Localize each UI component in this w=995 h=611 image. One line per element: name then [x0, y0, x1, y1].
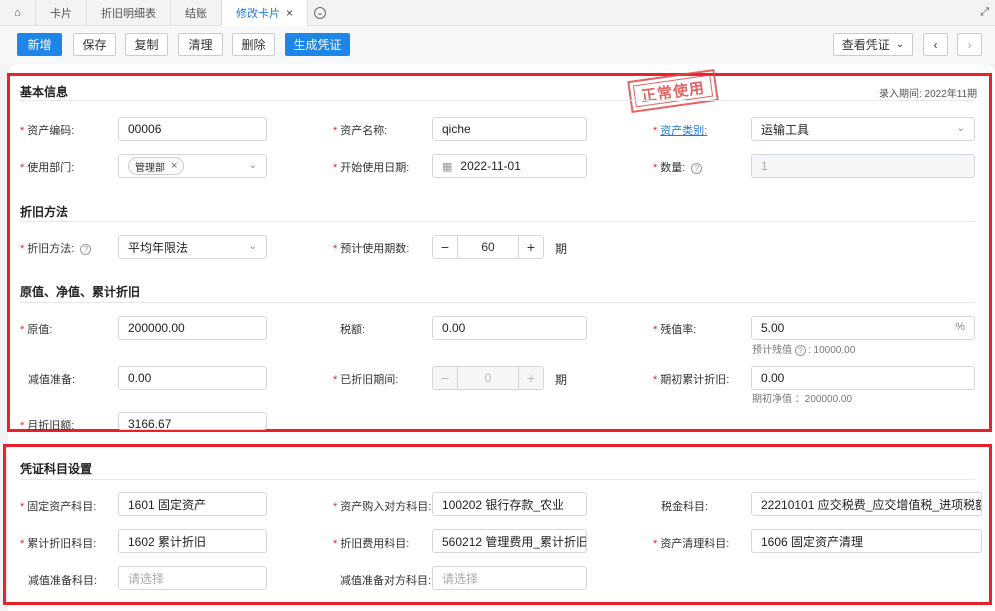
residual-value-hint: 预计残值?: 10000.00 — [752, 344, 856, 356]
asset-code-input[interactable]: 00006 — [118, 117, 267, 141]
chevron-down-icon: ⌄ — [956, 123, 965, 134]
percent-suffix: % — [955, 321, 965, 333]
depreciated-periods-value[interactable]: 0 — [457, 367, 519, 389]
section-title-voucher: 凭证科目设置 — [20, 462, 93, 476]
depreciated-periods-stepper[interactable]: − 0 + — [432, 366, 544, 390]
opening-acc-dep-input[interactable]: 0.00 — [751, 366, 975, 390]
monthly-dep-label: * 月折旧额: — [20, 420, 75, 432]
purchase-counter-subject-input[interactable]: 100202 银行存款_农业 — [432, 492, 587, 516]
home-icon: ⌂ — [14, 6, 21, 19]
dep-expense-subject-input[interactable]: 560212 管理费用_累计折旧 — [432, 529, 587, 553]
entry-period: 录入期间: 2022年11期 — [879, 89, 978, 100]
residual-rate-label: * 残值率: — [653, 324, 697, 336]
tax-amount-input[interactable]: 0.00 — [432, 316, 587, 340]
expected-periods-stepper[interactable]: − 60 + — [432, 235, 544, 259]
tab-depreciation-detail[interactable]: 折旧明细表 — [87, 0, 171, 26]
depreciated-unit: 期 — [555, 373, 568, 387]
toolbar: 新增 保存 复制 清理 删除 生成凭证 查看凭证 ⌄ ‹ › — [0, 26, 995, 64]
impairment-subject-label: 减值准备科目: — [28, 575, 98, 587]
section-title-values: 原值、净值、累计折旧 — [20, 285, 141, 299]
asset-name-input[interactable]: qiche — [432, 117, 587, 141]
impairment-subject-input[interactable]: 请选择 — [118, 566, 267, 590]
acc-dep-subject-input[interactable]: 1602 累计折旧 — [118, 529, 267, 553]
chevron-left-icon: ‹ — [933, 37, 938, 52]
divider — [20, 479, 975, 480]
impairment-label: 减值准备: — [28, 374, 76, 386]
net-value-hint: 期初净值 ：200000.00 — [752, 394, 853, 405]
chevron-down-icon: ⌄ — [248, 160, 257, 171]
quantity-input[interactable]: 1 — [751, 154, 975, 178]
dep-expense-subject-label: * 折旧费用科目: — [333, 538, 410, 550]
tab-edit-card[interactable]: 修改卡片 × — [222, 0, 309, 26]
next-button[interactable]: › — [957, 33, 982, 56]
monthly-dep-input[interactable]: 3166.67 — [118, 412, 267, 430]
expected-periods-value[interactable]: 60 — [457, 236, 519, 258]
close-icon[interactable]: × — [171, 160, 177, 172]
new-button[interactable]: 新增 — [17, 33, 62, 56]
chevron-right-icon: › — [967, 37, 972, 52]
tab-home[interactable]: ⌂ — [0, 0, 36, 26]
help-icon[interactable]: ? — [691, 162, 703, 174]
plus-button[interactable]: + — [519, 236, 543, 258]
help-icon[interactable]: ? — [795, 344, 806, 356]
depreciated-periods-label: * 已折旧期间: — [333, 374, 399, 386]
tab-closing[interactable]: 结账 — [171, 0, 222, 26]
divider — [20, 302, 975, 303]
department-select[interactable]: 管理部 × ⌄ — [118, 154, 267, 178]
tab-bar: ⌂ 卡片 折旧明细表 结账 修改卡片 × ⌄ ⤢ — [0, 0, 995, 26]
start-date-label: * 开始使用日期: — [333, 162, 410, 174]
tax-subject-input[interactable]: 22210101 应交税费_应交增值税_进项税额 — [751, 492, 982, 516]
chevron-down-circle-icon[interactable]: ⌄ — [314, 6, 327, 19]
divider — [20, 221, 975, 222]
original-value-input[interactable]: 200000.00 — [118, 316, 267, 340]
minus-button[interactable]: − — [433, 236, 457, 258]
prev-button[interactable]: ‹ — [923, 33, 948, 56]
calendar-icon: ▦ — [442, 160, 453, 173]
asset-category-select[interactable]: 运输工具 ⌄ — [751, 117, 975, 141]
divider — [20, 100, 975, 101]
chevron-down-icon: ⌄ — [895, 39, 905, 50]
residual-rate-input[interactable]: 5.00% — [751, 316, 975, 340]
fixed-asset-subject-label: * 固定资产科目: — [20, 501, 97, 513]
section-title-depreciation: 折旧方法 — [20, 205, 69, 219]
asset-code-label: * 资产编码: — [20, 125, 75, 137]
section-title-basic: 基本信息 — [20, 85, 69, 99]
help-icon[interactable]: ? — [80, 243, 92, 255]
save-button[interactable]: 保存 — [73, 33, 116, 56]
asset-name-label: * 资产名称: — [333, 125, 388, 137]
copy-button[interactable]: 复制 — [125, 33, 168, 56]
impairment-counter-subject-input[interactable]: 请选择 — [432, 566, 587, 590]
start-date-picker[interactable]: ▦ 2022-11-01 — [432, 154, 587, 178]
tax-amount-label: 税额: — [340, 324, 366, 336]
department-label: * 使用部门: — [20, 162, 75, 174]
depreciation-method-label: * 折旧方法:? — [20, 240, 92, 256]
original-value-label: * 原值: — [20, 324, 53, 336]
cleanup-subject-input[interactable]: 1606 固定资产清理 — [751, 529, 982, 553]
tax-subject-label: 税金科目: — [661, 501, 709, 513]
opening-acc-dep-label: * 期初累计折旧: — [653, 374, 730, 386]
expected-periods-label: * 预计使用期数: — [333, 243, 410, 255]
delete-button[interactable]: 删除 — [232, 33, 275, 56]
depreciation-method-select[interactable]: 平均年限法 ⌄ — [118, 235, 267, 259]
tab-card[interactable]: 卡片 — [36, 0, 87, 26]
view-voucher-dropdown[interactable]: 查看凭证 ⌄ — [833, 33, 913, 56]
impairment-input[interactable]: 0.00 — [118, 366, 267, 390]
asset-category-label[interactable]: * 资产类别: — [653, 122, 707, 138]
generate-voucher-button[interactable]: 生成凭证 — [285, 33, 350, 56]
clear-button[interactable]: 清理 — [178, 33, 223, 56]
chevron-down-icon: ⌄ — [248, 241, 257, 252]
periods-unit: 期 — [555, 242, 568, 256]
purchase-counter-subject-label: * 资产购入对方科目: — [333, 501, 432, 513]
cleanup-subject-label: * 资产清理科目: — [653, 538, 730, 550]
impairment-counter-subject-label: 减值准备对方科目: — [340, 575, 432, 587]
department-tag: 管理部 × — [128, 157, 185, 175]
expand-icon[interactable]: ⤢ — [980, 6, 989, 19]
quantity-label: * 数量:? — [653, 159, 703, 175]
fixed-asset-subject-input[interactable]: 1601 固定资产 — [118, 492, 267, 516]
acc-dep-subject-label: * 累计折旧科目: — [20, 538, 97, 550]
close-icon[interactable]: × — [286, 6, 293, 20]
plus-button[interactable]: + — [519, 367, 543, 389]
minus-button[interactable]: − — [433, 367, 457, 389]
